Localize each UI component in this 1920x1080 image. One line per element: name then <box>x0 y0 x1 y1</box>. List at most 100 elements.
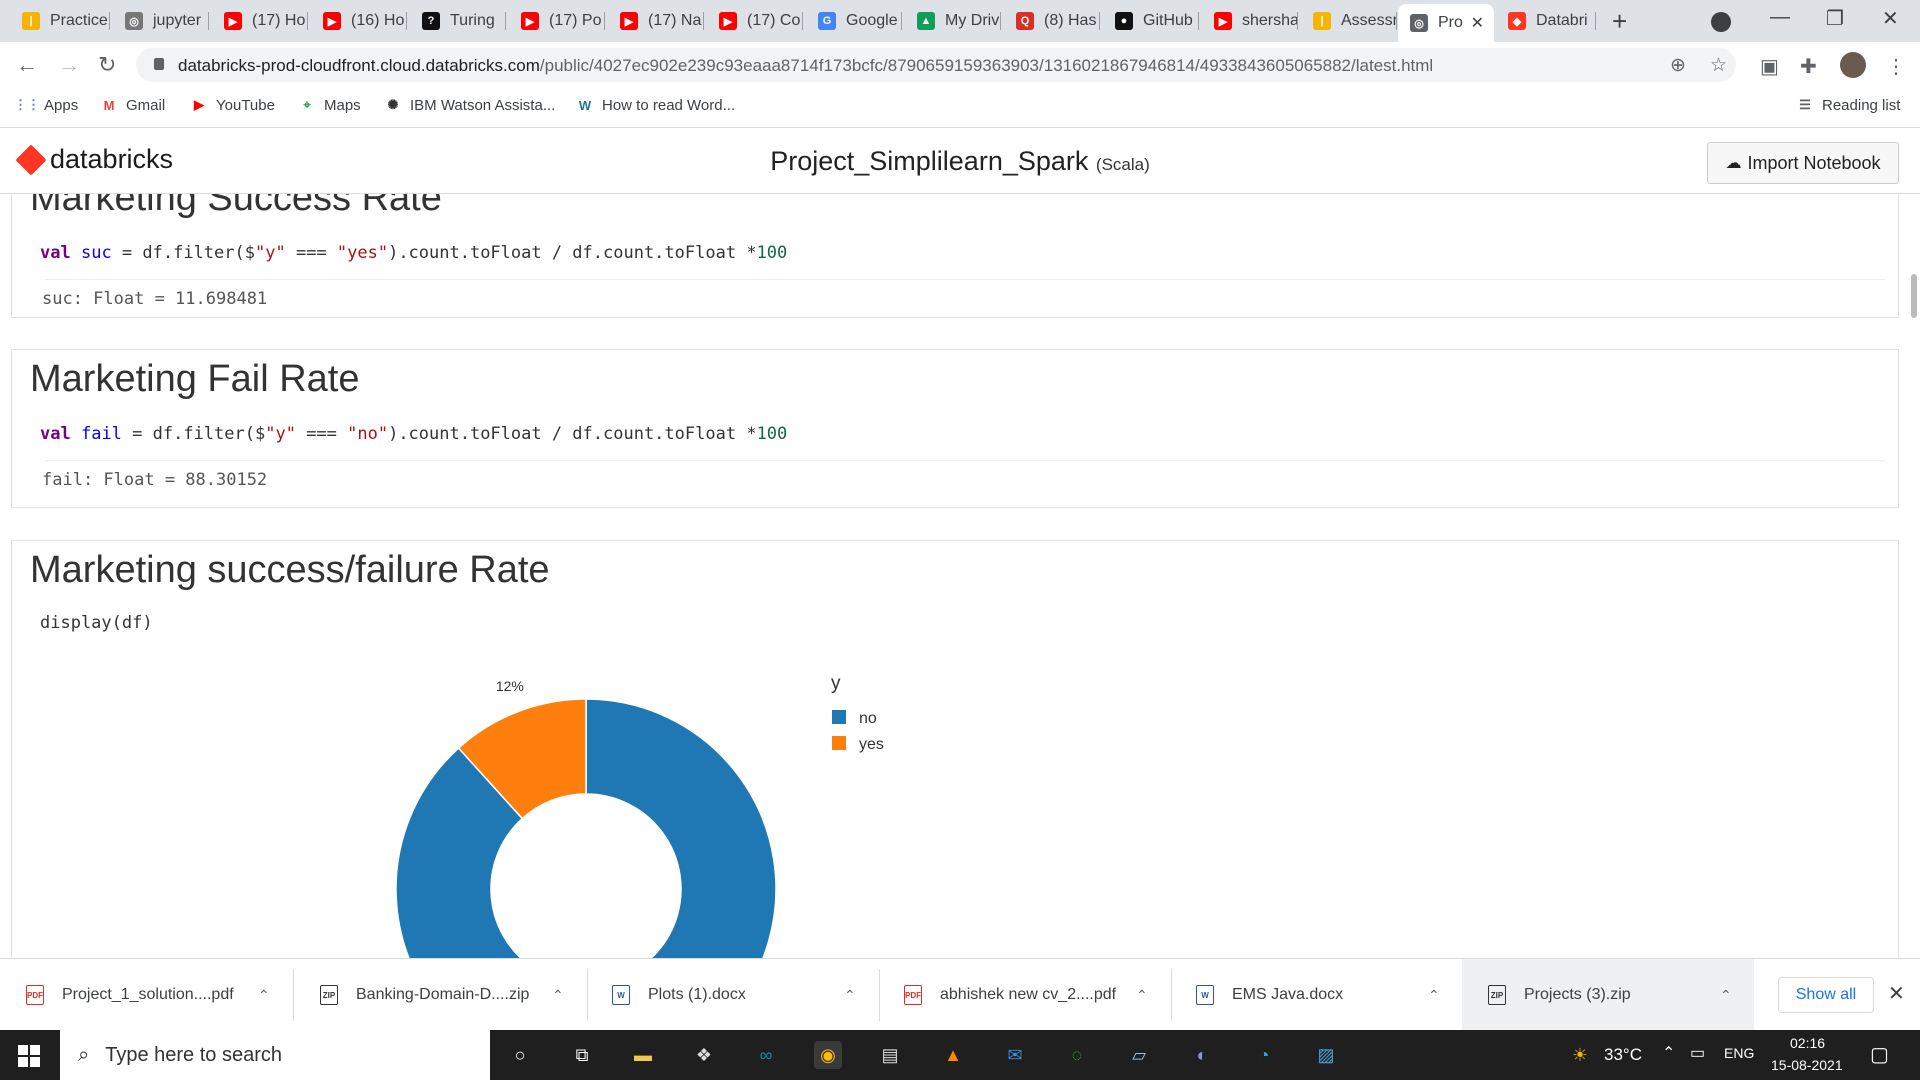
notebook-cell[interactable]: Marketing Success Rate val suc = df.filt… <box>11 194 1899 318</box>
tab-favicon-icon: ▶ <box>719 12 737 30</box>
bookmark-item[interactable]: ⌖ Maps <box>298 96 360 114</box>
search-icon: ⌕ <box>78 1043 90 1066</box>
close-downloads-icon[interactable]: ✕ <box>1888 981 1905 1006</box>
arduino-icon[interactable]: ∞ <box>752 1041 780 1069</box>
bookmark-label: YouTube <box>216 96 275 114</box>
vlc-icon[interactable]: ▲ <box>939 1041 967 1069</box>
forward-icon[interactable]: → <box>58 52 80 78</box>
lock-icon[interactable] <box>154 58 164 70</box>
download-item[interactable]: ZIP Banking-Domain-D....zip ⌃ <box>294 959 586 1031</box>
browser-tab[interactable]: ? Turing <box>410 6 506 36</box>
close-window-icon[interactable]: ✕ <box>1882 6 1899 31</box>
chevron-up-icon[interactable]: ⌃ <box>844 987 856 1004</box>
weather-icon[interactable]: ☀ <box>1566 1041 1594 1069</box>
taskbar-search-box[interactable]: ⌕ Type here to search <box>60 1030 490 1080</box>
zoom-icon[interactable]: ⊕ <box>1670 54 1686 77</box>
download-item[interactable]: PDF Project_1_solution....pdf ⌃ <box>0 959 292 1031</box>
edge-icon[interactable]: ◔ <box>1250 1041 1278 1069</box>
bookmark-star-icon[interactable]: ☆ <box>1710 54 1727 77</box>
import-notebook-label: Import Notebook <box>1747 152 1881 173</box>
reload-icon[interactable]: ↻ <box>98 52 116 78</box>
tab-favicon-icon: | <box>22 12 40 30</box>
notebook-language: (Scala) <box>1095 155 1150 174</box>
bookmark-icon: M <box>103 97 115 113</box>
scrollbar-thumb[interactable] <box>1911 274 1917 318</box>
cortana-icon[interactable]: ○ <box>506 1041 534 1069</box>
browser-tab[interactable]: | Assessr <box>1301 6 1397 36</box>
browser-tab[interactable]: ▶ (17) Na <box>608 6 704 36</box>
chevron-up-icon[interactable]: ⌃ <box>1720 987 1732 1004</box>
chevron-up-icon[interactable]: ⌃ <box>1136 987 1148 1004</box>
browser-tab[interactable]: | Practice <box>10 6 110 36</box>
eclipse-icon[interactable]: ◐ <box>1188 1041 1216 1069</box>
download-item[interactable]: W EMS Java.docx ⌃ <box>1170 959 1462 1031</box>
browser-tab[interactable]: ▶ shersha <box>1202 6 1298 36</box>
close-tab-icon[interactable]: ✕ <box>1471 13 1484 33</box>
legend-swatch[interactable] <box>832 710 846 724</box>
downloads-bar: Show all ✕ PDF Project_1_solution....pdf ⌃… <box>0 958 1920 1031</box>
bookmark-item[interactable]: ▶ YouTube <box>190 96 275 114</box>
notebook-cell[interactable]: Marketing success/failure Rate display(d… <box>11 540 1899 958</box>
browser-tab[interactable]: ▶ (17) Po <box>509 6 605 36</box>
tab-label: My Driv <box>945 12 1000 29</box>
browser-tab[interactable]: ◆ Databri <box>1496 6 1596 36</box>
code-line[interactable]: val suc = df.filter($"y" === "yes").coun… <box>40 243 787 263</box>
bookmark-item[interactable]: W How to read Word... <box>576 96 735 114</box>
bookmark-item[interactable]: ✺ IBM Watson Assista... <box>384 96 556 114</box>
browser-tab[interactable]: ▶ (16) Ho <box>311 6 407 36</box>
battery-icon[interactable]: ▭ <box>1690 1043 1705 1063</box>
notepad-icon[interactable]: ▱ <box>1125 1041 1153 1069</box>
import-notebook-button[interactable]: ☁ Import Notebook <box>1707 142 1899 184</box>
notebook-cell[interactable]: Marketing Fail Rate val fail = df.filter… <box>11 349 1899 508</box>
windows-start-icon[interactable] <box>18 1045 40 1067</box>
back-icon[interactable]: ← <box>16 52 38 78</box>
language-indicator[interactable]: ENG <box>1724 1045 1754 1061</box>
browser-tab[interactable]: G Google <box>806 6 902 36</box>
spinner-app-icon[interactable]: ◌ <box>1063 1041 1091 1069</box>
store-icon[interactable]: ▤ <box>876 1041 904 1069</box>
legend-label[interactable]: yes <box>859 736 884 753</box>
clock-date[interactable]: 15-08-2021 <box>1771 1057 1843 1073</box>
browser-tab[interactable]: ▲ My Driv <box>905 6 1001 36</box>
browser-tab[interactable]: ▶ (17) Ho <box>212 6 308 36</box>
browser-tab[interactable]: ● GitHub <box>1103 6 1199 36</box>
legend-label[interactable]: no <box>859 710 877 727</box>
maximize-icon[interactable]: ❐ <box>1826 6 1844 31</box>
tab-separator <box>802 12 803 30</box>
download-item[interactable]: ZIP Projects (3).zip ⌃ <box>1462 959 1754 1031</box>
page-scrollbar[interactable] <box>1909 194 1920 958</box>
menu-kebab-icon[interactable]: ⋮ <box>1886 54 1906 79</box>
code-line[interactable]: val fail = df.filter($"y" === "no").coun… <box>40 424 787 444</box>
browser-tab[interactable]: ◎ jupyter <box>113 6 209 36</box>
mail-icon[interactable]: ✉ <box>1001 1041 1029 1069</box>
tab-favicon-icon: ◆ <box>1508 12 1526 30</box>
dropbox-icon[interactable]: ❖ <box>690 1041 718 1069</box>
extensions-puzzle-icon[interactable]: ✚ <box>1800 54 1817 79</box>
download-item[interactable]: W Plots (1).docx ⌃ <box>586 959 878 1031</box>
notifications-icon[interactable]: ▢ <box>1870 1042 1889 1067</box>
chrome-icon[interactable]: ◉ <box>814 1041 842 1069</box>
chevron-up-icon[interactable]: ⌃ <box>1428 987 1440 1004</box>
clock-time[interactable]: 02:16 <box>1790 1035 1825 1051</box>
tab-search-icon[interactable] <box>1711 12 1731 32</box>
chevron-up-icon[interactable]: ⌃ <box>552 987 564 1004</box>
task-view-icon[interactable]: ⧉ <box>568 1041 596 1069</box>
browser-tab[interactable]: ▶ (17) Co <box>707 6 803 36</box>
file-explorer-icon[interactable]: ▬ <box>629 1041 657 1069</box>
browser-tab[interactable]: ◎ Pro ✕ <box>1398 4 1494 42</box>
browser-tab[interactable]: Q (8) Has <box>1004 6 1100 36</box>
download-item[interactable]: PDF abhishek new cv_2....pdf ⌃ <box>878 959 1170 1031</box>
profile-avatar[interactable] <box>1840 52 1866 78</box>
address-bar[interactable]: databricks-prod-cloudfront.cloud.databri… <box>136 48 1736 82</box>
chevron-up-icon[interactable]: ⌃ <box>258 987 270 1004</box>
legend-swatch[interactable] <box>832 736 846 750</box>
photos-icon[interactable]: ▨ <box>1312 1041 1340 1069</box>
show-all-downloads-button[interactable]: Show all <box>1778 977 1874 1013</box>
chevron-up-icon[interactable]: ⌃ <box>1662 1043 1675 1063</box>
minimize-icon[interactable]: — <box>1770 6 1790 29</box>
reading-list-button[interactable]: ☰ Reading list <box>1796 96 1900 114</box>
bookmark-item[interactable]: ⋮⋮ Apps <box>14 96 78 114</box>
new-tab-button[interactable]: + <box>1612 6 1627 37</box>
bookmark-item[interactable]: M Gmail <box>100 96 166 114</box>
extension-icon[interactable]: ▣ <box>1760 54 1779 79</box>
